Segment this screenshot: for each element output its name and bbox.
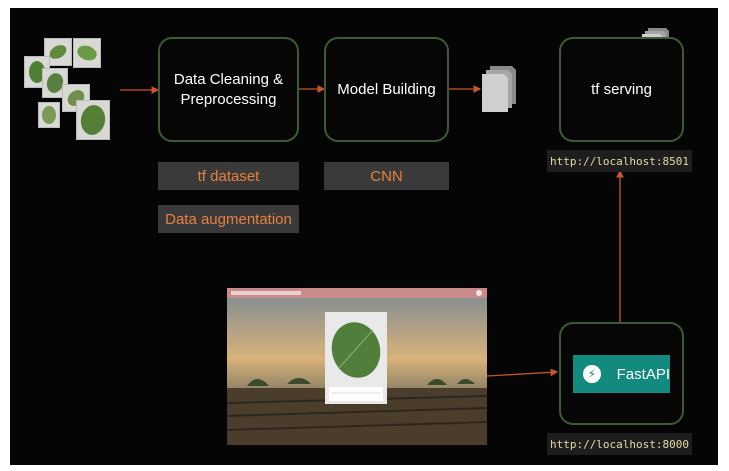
fastapi-label: FastAPI [616,365,670,383]
web-app-screenshot [227,288,487,445]
tf-serving-node: tf serving [559,37,684,142]
model-files-icon [482,66,516,112]
fastapi-logo: ⚡︎ FastAPI [573,355,670,393]
fastapi-url-label: http://localhost:8000 [547,433,692,455]
tf-serving-url-label: http://localhost:8501 [547,150,692,172]
data-augmentation-tag: Data augmentation [158,205,299,233]
arrow-webapp-to-fastapi [486,368,559,377]
cnn-tag: CNN [324,162,449,190]
tf-dataset-tag: tf dataset [158,162,299,190]
lightning-icon: ⚡︎ [583,365,601,383]
data-cleaning-node: Data Cleaning & Preprocessing [158,37,299,142]
model-building-node: Model Building [324,37,449,142]
